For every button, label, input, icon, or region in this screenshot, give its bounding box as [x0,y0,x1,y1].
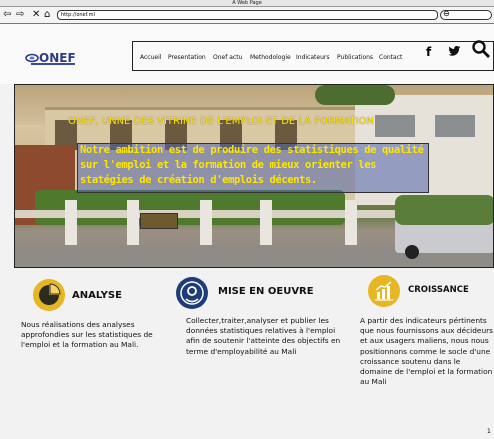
nav-publications[interactable]: Publications [337,54,373,61]
bar-growth-icon [368,275,400,307]
corner-mark: 1 [487,428,491,435]
nav-indicateurs[interactable]: Indicateurs [296,54,329,61]
nav-contact[interactable]: Contact [379,54,402,61]
feature-croissance-text: A partir des indicateurs pértinents que … [360,316,494,387]
twitter-icon[interactable] [448,46,461,59]
back-arrow-icon[interactable]: ⇦ [3,9,11,21]
feature-mise-en-oeuvre-text: Collecter,traiter,analyser et publier le… [186,316,341,356]
hero-text: Notre ambition est de produire des stati… [80,144,424,186]
url-input[interactable]: http://onef.ml [57,10,438,20]
home-icon[interactable]: ⌂ [44,9,50,21]
logo-swirl-icon [25,53,39,63]
search-icon: ⊖ [443,9,450,18]
nav-presentation[interactable]: Presentation [168,54,206,61]
feature-analyse-title: ANALYSE [72,290,122,301]
nav-accueil[interactable]: Accueil [140,54,161,61]
main-navigation: Accueil Presentation Onef actu Methodolo… [132,41,494,71]
hero-title: ONEF, UNNE DES VITRINE DE L'EMPLOI ET DE… [68,116,374,127]
feature-croissance-title: CROISSANCE [408,285,469,295]
window-title-bar: A Web Page [0,0,494,7]
feature-analyse-text: Nous réalisations des analyses approfond… [21,320,153,350]
browser-toolbar: ⇦ ⇨ ✕ ⌂ http://onef.ml ⊖ [0,7,494,24]
settings-shield-icon [176,277,208,309]
forward-arrow-icon[interactable]: ⇨ [16,9,24,21]
site-search-icon[interactable] [472,40,490,63]
nav-methodologie[interactable]: Methodologie [250,54,291,61]
facebook-icon[interactable]: f [426,45,431,59]
logo-underline [31,63,75,65]
feature-mise-en-oeuvre-title: MISE EN OEUVRE [218,286,314,297]
nav-onef-actu[interactable]: Onef actu [213,54,242,61]
pie-chart-icon [33,279,65,311]
close-icon[interactable]: ✕ [32,9,40,21]
